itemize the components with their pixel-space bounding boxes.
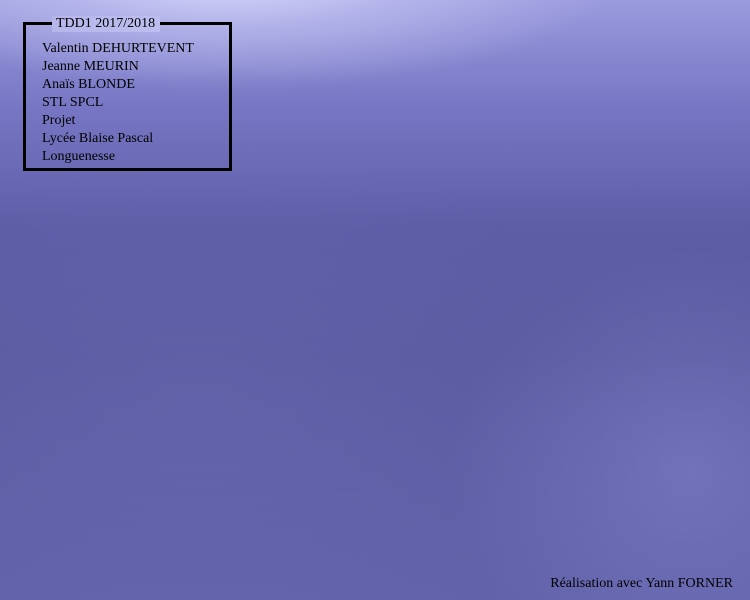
info-line-name-2: Jeanne MEURIN [42,59,139,74]
credit-text: Réalisation avec Yann FORNER [550,576,733,591]
info-line-section: STL SPCL [42,95,104,110]
info-line-city: Longuenesse [42,149,116,164]
info-line-name-3: Anaïs BLONDE [42,77,135,92]
info-line-school: Lycée Blaise Pascal [42,131,154,146]
box-title: TDD1 2017/2018 [52,16,161,32]
info-line-name-1: Valentin DEHURTEVENT [42,41,194,56]
info-line-project: Projet [42,113,76,128]
info-box: TDD1 2017/2018 Valentin DEHURTEVENT Jean… [23,16,232,171]
info-lines: Valentin DEHURTEVENT Jeanne MEURIN Anaïs… [42,40,194,166]
